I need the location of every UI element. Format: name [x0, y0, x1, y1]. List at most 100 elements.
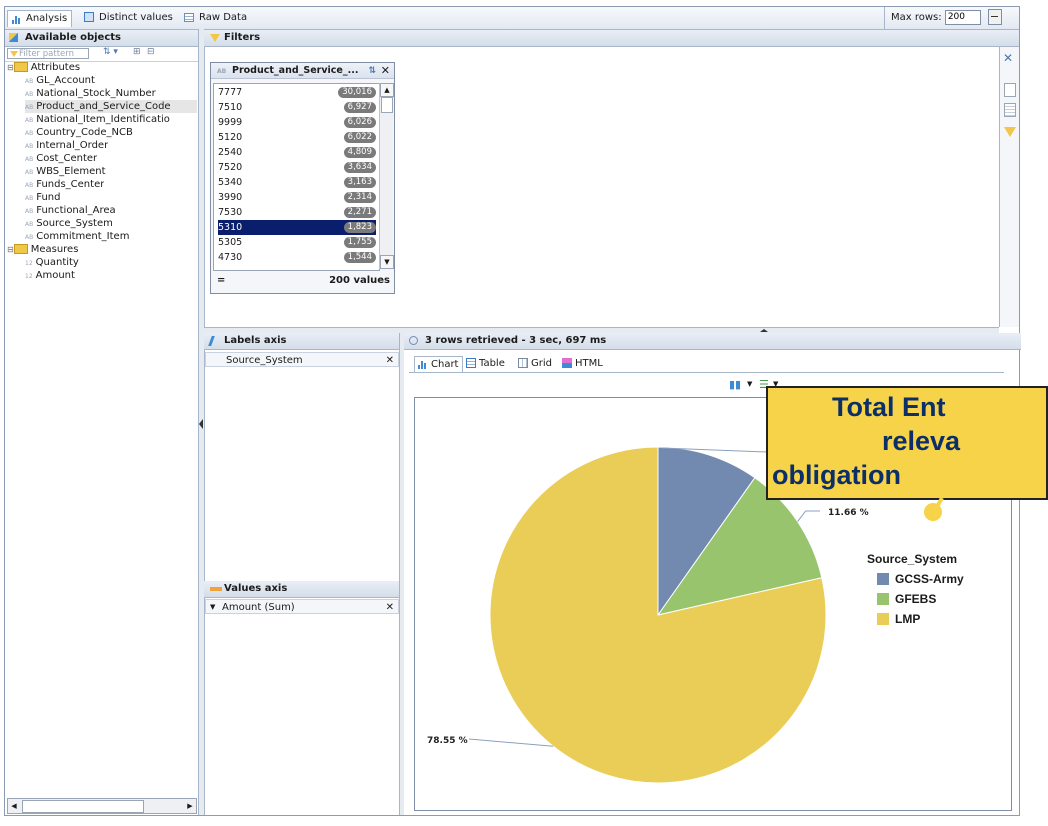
- filter-value-row[interactable]: 5305 1,755: [218, 235, 376, 250]
- scroll-thumb[interactable]: [381, 97, 393, 113]
- expand-all-icon[interactable]: ⊞: [133, 47, 141, 57]
- filter-value-code: 5340: [218, 177, 243, 188]
- callout-line-2: releva: [882, 426, 961, 456]
- table-icon: [84, 12, 94, 22]
- filter-value-row[interactable]: 3990 2,314: [218, 190, 376, 205]
- funnel-icon[interactable]: [1004, 127, 1016, 137]
- filter-value-row[interactable]: 7520 3,634: [218, 160, 376, 175]
- dropdown-icon[interactable]: ▼: [747, 380, 752, 388]
- tree-item-cost-center[interactable]: AB Cost_Center: [25, 152, 97, 165]
- max-rows-spinner[interactable]: [988, 9, 1002, 25]
- tree-item-amount[interactable]: 12 Amount: [25, 269, 75, 282]
- tree-item-label: National_Stock_Number: [36, 88, 156, 99]
- result-tab-bar: Chart Table Grid HTML: [409, 354, 1004, 373]
- tree-item-country-code-ncb[interactable]: AB Country_Code_NCB: [25, 126, 133, 139]
- filter-value-row[interactable]: 5340 3,163: [218, 175, 376, 190]
- tab-chart-label: Chart: [431, 359, 459, 370]
- tree-folder-measures[interactable]: ⊟ Measures: [7, 243, 78, 256]
- filter-footer: = 200 values: [213, 273, 392, 289]
- list-icon[interactable]: [1004, 103, 1016, 117]
- attribute-icon: AB: [25, 208, 34, 215]
- result-status: 3 rows retrieved - 3 sec, 697 ms: [425, 335, 607, 346]
- chart-type-icon[interactable]: ▮▮: [729, 378, 741, 391]
- pie-data-label: 78.55 %: [427, 736, 468, 746]
- values-axis-item[interactable]: ▼ Amount (Sum) ✕: [205, 599, 399, 614]
- tree-item-source-system[interactable]: AB Source_System: [25, 217, 113, 230]
- filter-list-scrollbar[interactable]: ▲ ▼: [379, 83, 394, 269]
- filter-value-row[interactable]: 5120 6,022: [218, 130, 376, 145]
- remove-icon[interactable]: ✕: [386, 600, 394, 615]
- table-icon: [466, 358, 476, 368]
- tab-chart[interactable]: Chart: [414, 356, 464, 372]
- filter-value-row[interactable]: 9999 6,026: [218, 115, 376, 130]
- close-icon[interactable]: ✕: [1003, 51, 1013, 65]
- tree-item-label: National_Item_Identificatio: [36, 114, 170, 125]
- document-icon[interactable]: [1004, 83, 1016, 97]
- filter-value-code: 2540: [218, 147, 243, 158]
- remove-icon[interactable]: ✕: [386, 353, 394, 368]
- filter-value-row[interactable]: 2540 4,809: [218, 145, 376, 160]
- tree-item-funds-center[interactable]: AB Funds_Center: [25, 178, 104, 191]
- labels-axis-item[interactable]: Source_System ✕: [205, 352, 399, 367]
- scroll-right-icon[interactable]: ▶: [184, 799, 196, 813]
- max-rows-input[interactable]: [944, 9, 981, 25]
- result-header: 3 rows retrieved - 3 sec, 697 ms: [403, 333, 1021, 350]
- tab-grid[interactable]: Grid: [515, 356, 556, 371]
- close-icon[interactable]: ✕: [381, 63, 390, 79]
- tree-item-commitment-item[interactable]: AB Commitment_Item: [25, 230, 129, 243]
- filter-value-row[interactable]: 7530 2,271: [218, 205, 376, 220]
- available-objects-title: Available objects: [25, 32, 122, 43]
- result-splitter[interactable]: [399, 333, 404, 815]
- values-axis-title: Values axis: [224, 583, 288, 594]
- tab-raw-data[interactable]: Raw Data: [181, 10, 251, 26]
- tree-item-quantity[interactable]: 12 Quantity: [25, 256, 79, 269]
- sort-icon[interactable]: ⇅: [368, 63, 376, 79]
- filter-value-row[interactable]: 7510 6,927: [218, 100, 376, 115]
- tree-item-national-item-identification[interactable]: AB National_Item_Identificatio: [25, 113, 197, 126]
- tree-item-national-stock-number[interactable]: AB National_Stock_Number: [25, 87, 156, 100]
- tree-item-fund[interactable]: AB Fund: [25, 191, 60, 204]
- filter-value-count: 6,022: [343, 132, 376, 143]
- legend-item-gcss-army: GCSS-Army: [877, 572, 964, 586]
- legend-title: Source_System: [867, 552, 958, 566]
- collapse-all-icon[interactable]: ⊟: [147, 47, 155, 57]
- filter-pattern-input[interactable]: Filter pattern: [7, 48, 89, 59]
- collapse-arrow-icon[interactable]: [760, 329, 768, 332]
- tree-item-gl-account[interactable]: AB GL_Account: [25, 74, 95, 87]
- scroll-thumb[interactable]: [22, 800, 144, 813]
- filter-footer-eq: =: [217, 275, 226, 286]
- scroll-down-icon[interactable]: ▼: [380, 255, 394, 269]
- dropdown-icon[interactable]: ▼: [210, 600, 215, 615]
- collapse-arrow-icon[interactable]: [199, 419, 203, 429]
- tree-item-wbs-element[interactable]: AB WBS_Element: [25, 165, 106, 178]
- tree-item-label: Country_Code_NCB: [36, 127, 133, 138]
- legend-swatch: [877, 613, 889, 625]
- tree-item-functional-area[interactable]: AB Functional_Area: [25, 204, 116, 217]
- filter-value-code: 5120: [218, 132, 243, 143]
- tab-html[interactable]: HTML: [559, 356, 607, 371]
- filters-header: Filters: [204, 30, 1019, 47]
- attribute-icon: AB: [25, 182, 34, 189]
- tab-distinct-values[interactable]: Distinct values: [81, 10, 177, 26]
- vertical-splitter[interactable]: [198, 29, 205, 815]
- filter-value-row-selected[interactable]: 5310 1,823: [218, 220, 376, 235]
- tab-table[interactable]: Table: [463, 356, 509, 371]
- object-filter-bar: Filter pattern ⇅ ▾ ⊞ ⊟: [5, 47, 198, 62]
- filter-value-count: 4,809: [343, 147, 376, 158]
- scroll-up-icon[interactable]: ▲: [380, 83, 394, 97]
- tree-horizontal-scrollbar[interactable]: ◀ ▶: [7, 798, 197, 814]
- filter-value-code: 5305: [218, 237, 243, 248]
- tree-item-product-and-service-code[interactable]: AB Product_and_Service_Code: [25, 100, 197, 113]
- filter-value-code: 7520: [218, 162, 243, 173]
- filter-value-row[interactable]: 7777 30,016: [218, 85, 376, 100]
- tree-folder-attributes[interactable]: ⊟ Attributes: [7, 61, 80, 74]
- filter-value-row[interactable]: 4730 1,544: [218, 250, 376, 265]
- filter-value-count: 2,271: [343, 207, 376, 218]
- filter-value-count-total: 200 values: [329, 275, 390, 286]
- scroll-left-icon[interactable]: ◀: [8, 799, 20, 813]
- tab-analysis[interactable]: Analysis: [7, 10, 73, 27]
- objects-icon: [9, 33, 18, 42]
- sort-icon[interactable]: ⇅ ▾: [103, 47, 118, 57]
- tree-item-internal-order[interactable]: AB Internal_Order: [25, 139, 108, 152]
- legend-label: LMP: [895, 612, 921, 626]
